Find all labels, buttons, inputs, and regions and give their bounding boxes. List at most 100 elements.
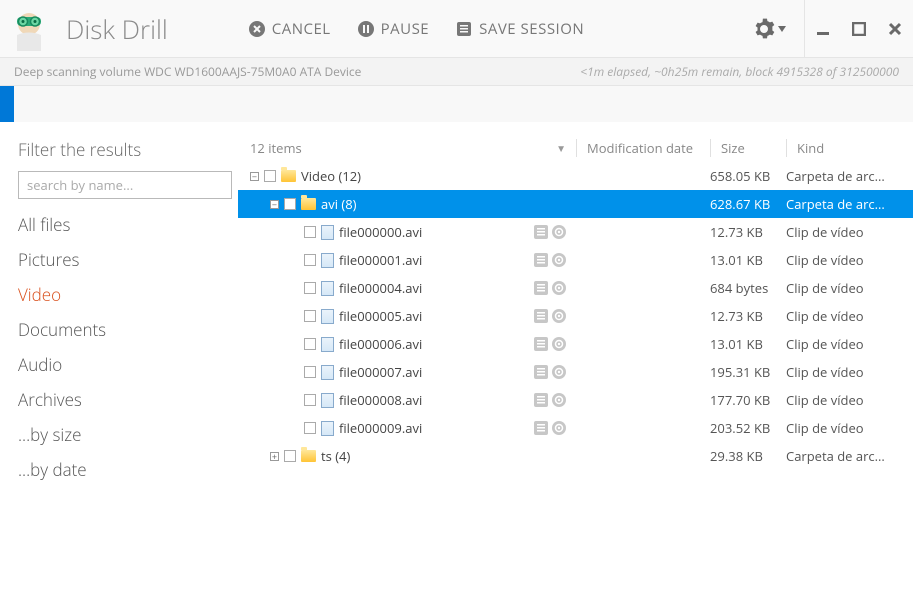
list-icon[interactable] [534,337,548,351]
item-name: file000009.avi [339,419,422,437]
item-name: file000007.avi [339,363,422,381]
column-items[interactable]: 12 items ▼ [250,139,576,157]
kind-cell: Clip de vídeo [786,391,913,409]
preview-icon[interactable] [552,281,566,295]
progress-bar [0,86,913,122]
expand-icon[interactable]: + [270,452,279,461]
preview-icon[interactable] [552,393,566,407]
kind-cell: Clip de vídeo [786,363,913,381]
save-session-label: SAVE SESSION [479,19,584,39]
column-modification[interactable]: Modification date [576,139,710,157]
list-icon[interactable] [534,393,548,407]
list-icon[interactable] [534,253,548,267]
file-row[interactable]: file000007.avi195.31 KBClip de vídeo [238,358,913,386]
checkbox[interactable] [284,450,296,462]
minimize-button[interactable] [805,0,841,57]
item-name: Video (12) [301,167,361,185]
size-cell: 177.70 KB [710,391,786,409]
checkbox[interactable] [284,198,296,210]
preview-icon[interactable] [552,365,566,379]
save-session-button[interactable]: SAVE SESSION [455,19,584,39]
sort-dropdown-icon[interactable]: ▼ [556,141,566,155]
list-icon[interactable] [534,281,548,295]
cancel-label: CANCEL [272,19,331,39]
file-icon [321,421,334,436]
preview-icon[interactable] [552,421,566,435]
category-video[interactable]: Video [18,277,220,312]
title-bar: Disk Drill CANCEL PAUSE SAVE SESSION [0,0,913,58]
search-input[interactable] [18,171,232,199]
column-size[interactable]: Size [710,139,786,157]
sidebar: Filter the results All filesPicturesVide… [0,122,238,605]
list-icon[interactable] [534,421,548,435]
column-header: 12 items ▼ Modification date Size Kind [238,134,913,162]
preview-icon[interactable] [552,309,566,323]
file-icon [321,337,334,352]
collapse-icon[interactable]: − [250,172,259,181]
checkbox[interactable] [304,310,316,322]
toolbar-actions: CANCEL PAUSE SAVE SESSION [248,19,584,39]
app-logo [0,0,58,58]
file-row[interactable]: file000004.avi684 bytesClip de vídeo [238,274,913,302]
category-archives[interactable]: Archives [18,382,220,417]
list-icon[interactable] [534,309,548,323]
folder-icon [301,450,316,462]
file-row[interactable]: file000008.avi 177.70 KBClip de vídeo [238,386,913,414]
item-name: avi (8) [321,195,356,213]
file-row[interactable]: file000009.avi203.52 KBClip de vídeo [238,414,913,442]
category-list: All filesPicturesVideoDocumentsAudioArch… [18,207,220,487]
preview-icon[interactable] [552,337,566,351]
filter-title: Filter the results [18,138,220,161]
column-kind[interactable]: Kind [786,139,913,157]
maximize-button[interactable] [841,0,877,57]
cancel-button[interactable]: CANCEL [248,19,331,39]
size-cell: 13.01 KB [710,251,786,269]
checkbox[interactable] [304,226,316,238]
size-cell: 12.73 KB [710,223,786,241]
folder-row[interactable]: +ts (4)29.38 KBCarpeta de arc... [238,442,913,470]
category-all-files[interactable]: All files [18,207,220,242]
file-row[interactable]: file000000.avi12.73 KBClip de vídeo [238,218,913,246]
size-cell: 203.52 KB [710,419,786,437]
kind-cell: Carpeta de arc... [786,167,913,185]
pause-button[interactable]: PAUSE [357,19,430,39]
folder-row[interactable]: −avi (8)628.67 KBCarpeta de arc... [238,190,913,218]
file-row[interactable]: file000006.avi13.01 KBClip de vídeo [238,330,913,358]
file-icon [321,253,334,268]
folder-row[interactable]: −Video (12)658.05 KBCarpeta de arc... [238,162,913,190]
file-tree: −Video (12)658.05 KBCarpeta de arc...−av… [238,162,913,470]
checkbox[interactable] [304,338,316,350]
size-cell: 684 bytes [710,279,786,297]
close-button[interactable] [877,0,913,57]
gear-icon [753,18,775,40]
results-panel: 12 items ▼ Modification date Size Kind −… [238,122,913,605]
item-name: file000008.avi [339,391,422,409]
category--by-size[interactable]: ...by size [18,417,220,452]
item-name: file000000.avi [339,223,422,241]
preview-icon[interactable] [552,253,566,267]
checkbox[interactable] [304,366,316,378]
cancel-icon [248,20,266,38]
status-scan-text: Deep scanning volume WDC WD1600AAJS-75M0… [14,63,361,80]
category-pictures[interactable]: Pictures [18,242,220,277]
checkbox[interactable] [304,422,316,434]
list-icon[interactable] [534,365,548,379]
settings-button[interactable] [735,0,804,57]
preview-icon[interactable] [552,225,566,239]
category--by-date[interactable]: ...by date [18,452,220,487]
checkbox[interactable] [304,394,316,406]
checkbox[interactable] [304,254,316,266]
progress-fill [0,86,14,122]
list-icon[interactable] [534,225,548,239]
checkbox[interactable] [264,170,276,182]
file-icon [321,281,334,296]
size-cell: 13.01 KB [710,335,786,353]
folder-icon [281,170,296,182]
category-audio[interactable]: Audio [18,347,220,382]
category-documents[interactable]: Documents [18,312,220,347]
file-row[interactable]: file000005.avi12.73 KBClip de vídeo [238,302,913,330]
folder-icon [301,198,316,210]
checkbox[interactable] [304,282,316,294]
file-row[interactable]: file000001.avi13.01 KBClip de vídeo [238,246,913,274]
collapse-icon[interactable]: − [270,200,279,209]
